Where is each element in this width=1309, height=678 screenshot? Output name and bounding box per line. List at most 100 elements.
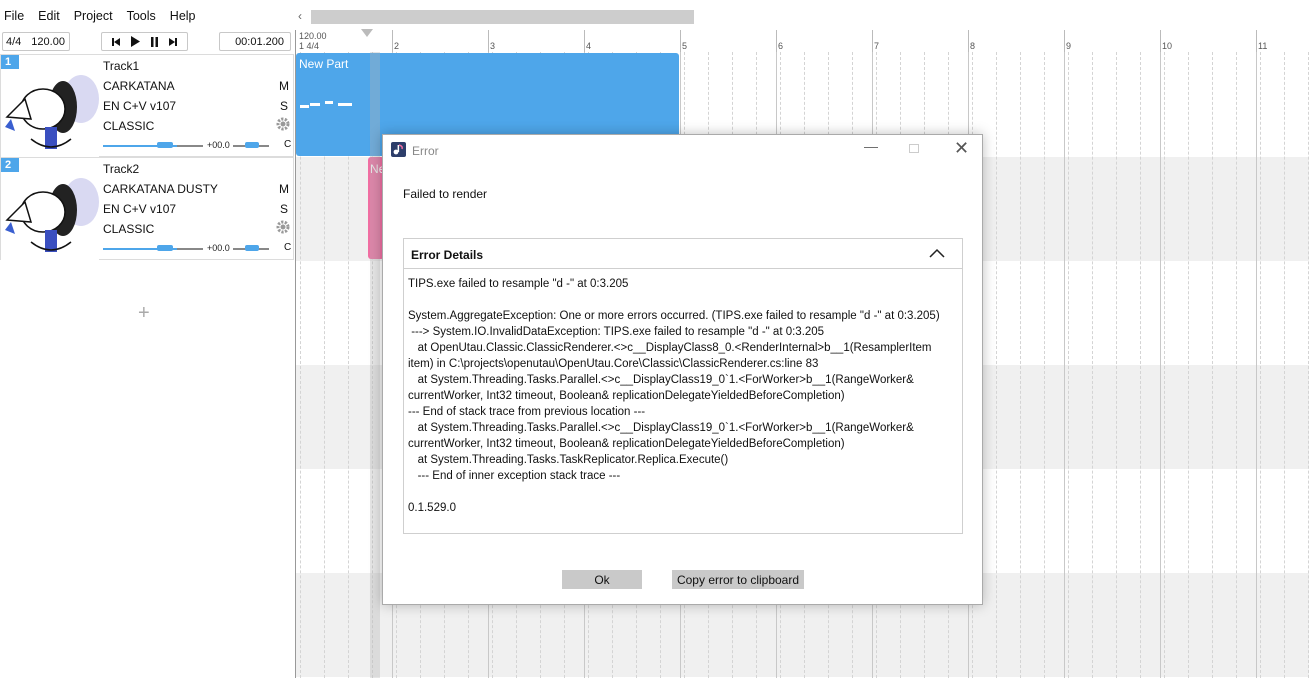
ruler-bar-label: 11 (1258, 41, 1268, 51)
close-icon[interactable]: ✕ (954, 139, 969, 157)
pan-slider-thumb[interactable] (245, 142, 259, 148)
beat-line (1260, 52, 1261, 678)
ruler-bar-label: 3 (490, 41, 496, 51)
mute-button[interactable]: M (279, 182, 289, 196)
gear-icon[interactable] (276, 117, 290, 134)
bar-line (1064, 52, 1065, 678)
minimize-icon[interactable]: — (864, 138, 878, 154)
ruler-bar-label: 8 (970, 41, 976, 51)
beat-line (1020, 52, 1021, 678)
dialog-title: Error (412, 144, 439, 158)
volume-slider[interactable] (103, 248, 203, 250)
volume-value: +00.0 (207, 140, 230, 150)
beat-line (1140, 52, 1141, 678)
ruler-bar-line (1064, 30, 1065, 52)
error-details-text[interactable]: TIPS.exe failed to resample "d -" at 0:3… (408, 276, 960, 516)
skip-to-end-icon[interactable] (168, 37, 178, 47)
error-details-panel: Error Details TIPS.exe failed to resampl… (403, 238, 963, 534)
ruler-bar-label: 2 (394, 41, 400, 51)
playhead[interactable] (370, 52, 380, 678)
error-details-header[interactable]: Error Details (404, 239, 962, 269)
menu-edit[interactable]: Edit (34, 6, 70, 28)
track-name[interactable]: Track2 (103, 162, 139, 176)
ruler-tempo: 120.00 (299, 31, 327, 41)
beat-line (1188, 52, 1189, 678)
track-number: 1 (1, 55, 19, 70)
track-phonemizer[interactable]: EN C+V v107 (103, 99, 176, 113)
volume-slider[interactable] (103, 145, 203, 147)
transport-controls (101, 32, 188, 51)
note-preview (325, 101, 333, 104)
ruler-bar-line (392, 30, 393, 52)
volume-value: +00.0 (207, 243, 230, 253)
ruler-bar-line (1256, 30, 1257, 52)
pan-slider-thumb[interactable] (245, 245, 259, 251)
copy-error-button[interactable]: Copy error to clipboard (672, 570, 804, 589)
playback-position[interactable]: 00:01.200 (219, 32, 291, 51)
beat-line (1092, 52, 1093, 678)
ruler-bar-line (968, 30, 969, 52)
horizontal-scrollbar-thumb[interactable] (311, 10, 694, 24)
bar-line (1160, 52, 1161, 678)
scroll-left-icon[interactable]: ‹ (298, 9, 302, 23)
play-icon[interactable] (130, 36, 141, 47)
ruler-bar-label: 9 (1066, 41, 1072, 51)
track-name[interactable]: Track1 (103, 59, 139, 73)
track-number: 2 (1, 158, 19, 173)
ruler-bar-line (1160, 30, 1161, 52)
ruler-bar-label: 7 (874, 41, 880, 51)
volume-slider-thumb[interactable] (157, 245, 173, 251)
tempo-value[interactable]: 120.00 (31, 36, 65, 48)
beat-line (1116, 52, 1117, 678)
track-phonemizer[interactable]: EN C+V v107 (103, 202, 176, 216)
position-value: 00:01.200 (235, 35, 284, 48)
ruler-bar-label: 4 (586, 41, 592, 51)
playhead-marker-icon[interactable] (361, 29, 373, 37)
add-track-button[interactable]: + (138, 302, 150, 325)
app-icon (391, 142, 406, 157)
beat-line (1212, 52, 1213, 678)
beat-line (1236, 52, 1237, 678)
beat-line (1164, 52, 1165, 678)
maximize-icon[interactable] (909, 144, 919, 153)
time-signature[interactable]: 4/4 (6, 36, 21, 48)
solo-button[interactable]: S (280, 99, 288, 113)
track-singer[interactable]: CARKATANA DUSTY (103, 182, 218, 196)
chevron-up-icon[interactable] (929, 247, 945, 261)
ruler-bar-line (488, 30, 489, 52)
volume-slider-thumb[interactable] (157, 142, 173, 148)
track-header-2[interactable]: 2 Track2 CARKATANA DUSTY EN C+V v107 CLA… (0, 157, 294, 260)
menu-help[interactable]: Help (166, 6, 206, 28)
track-singer[interactable]: CARKATANA (103, 79, 175, 93)
solo-button[interactable]: S (280, 202, 288, 216)
part-label: New Part (299, 57, 349, 71)
note-preview (310, 103, 320, 106)
singer-avatar (1, 172, 99, 260)
timeline-ruler[interactable]: 2 3 4 5 6 7 8 9 10 11 (296, 30, 1309, 52)
ruler-bar-line (776, 30, 777, 52)
menu-file[interactable]: File (0, 6, 34, 28)
tempo-signature-box[interactable]: 4/4 120.00 (2, 32, 70, 51)
track-renderer[interactable]: CLASSIC (103, 119, 154, 133)
error-message: Failed to render (403, 187, 488, 201)
gear-icon[interactable] (276, 220, 290, 237)
track-renderer[interactable]: CLASSIC (103, 222, 154, 236)
track-header-1[interactable]: 1 Track1 CARKATANA EN C+V v107 CLASSIC M… (0, 54, 294, 157)
menu-tools[interactable]: Tools (123, 6, 166, 28)
menu-bar: File Edit Project Tools Help (0, 6, 206, 28)
note-preview (338, 103, 352, 106)
ruler-bar-line (680, 30, 681, 52)
mute-button[interactable]: M (279, 79, 289, 93)
beat-line (1044, 52, 1045, 678)
menu-project[interactable]: Project (70, 6, 123, 28)
ruler-bar-line (584, 30, 585, 52)
error-dialog: Error — ✕ Failed to render Error Details… (382, 134, 983, 605)
bar-line (1256, 52, 1257, 678)
pause-icon[interactable] (150, 36, 159, 47)
skip-to-start-icon[interactable] (111, 37, 121, 47)
ruler-bar-label: 10 (1162, 41, 1173, 51)
pan-value: C (284, 242, 292, 253)
beat-line (1068, 52, 1069, 678)
ruler-bar-line (872, 30, 873, 52)
ok-button[interactable]: Ok (562, 570, 642, 589)
